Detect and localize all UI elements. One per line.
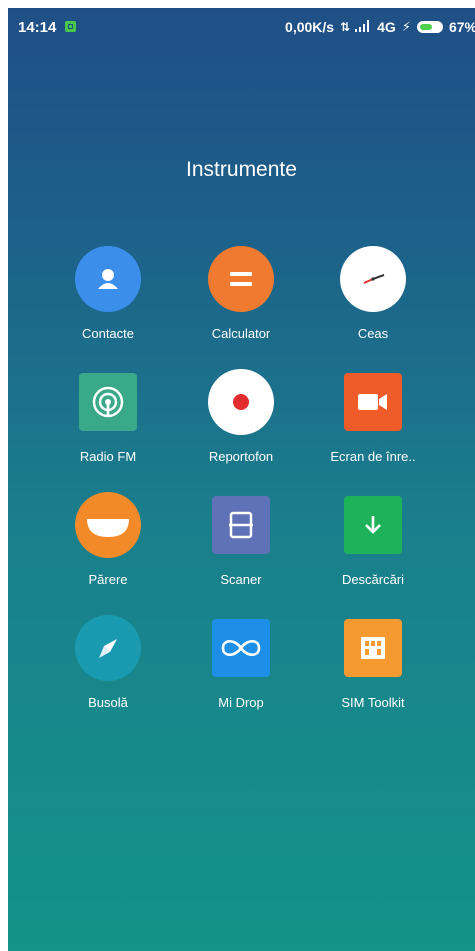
- battery-percent: 67%: [448, 19, 475, 35]
- scanner-icon: [212, 496, 270, 554]
- calculator-icon: [208, 246, 274, 312]
- sim-toolkit-icon: [344, 619, 402, 677]
- status-time: 14:14: [18, 19, 57, 36]
- compass-icon: [75, 615, 141, 681]
- clock-icon: [340, 246, 406, 312]
- folder-title: Instrumente: [186, 158, 297, 181]
- app-label: Contacte: [81, 326, 135, 341]
- network-speed: 0,00K/s: [285, 19, 335, 35]
- contacts-icon: [75, 246, 141, 312]
- downloads-icon: [344, 496, 402, 554]
- battery-icon: [416, 21, 443, 33]
- app-label: Calculator: [211, 326, 271, 341]
- app-label: Ecran de înre..: [330, 449, 416, 464]
- status-right-group: 0,00K/s ⇅ 4G ⚡ 67%: [285, 19, 475, 35]
- recorder-icon: [208, 369, 274, 435]
- app-label: Descărcări: [341, 572, 405, 587]
- network-type: 4G: [377, 19, 396, 35]
- app-label: Reportofon: [208, 449, 274, 464]
- app-label: Mi Drop: [218, 695, 264, 710]
- app-label: Radio FM: [79, 449, 137, 464]
- app-label: Ceas: [357, 326, 389, 341]
- app-label: Scaner: [220, 572, 262, 587]
- notification-icon: [65, 21, 76, 32]
- screen-recorder-icon: [344, 373, 402, 431]
- app-label: Părere: [88, 572, 128, 587]
- radio-icon: [79, 373, 137, 431]
- device-frame: 14:14 0,00K/s ⇅ 4G ⚡ 67% Instrumente Con…: [0, 0, 475, 951]
- app-label: Busolă: [88, 695, 128, 710]
- folder-screen: 14:14 0,00K/s ⇅ 4G ⚡ 67% Instrumente Con…: [8, 8, 475, 951]
- mi-drop-icon: [212, 619, 270, 677]
- status-bar: 14:14 0,00K/s ⇅ 4G ⚡ 67%: [8, 8, 475, 42]
- charging-bolt-icon: ⚡: [401, 19, 411, 34]
- app-label: SIM Toolkit: [341, 695, 405, 710]
- data-transfer-icon: ⇅: [340, 20, 350, 34]
- feedback-icon: [75, 492, 141, 558]
- signal-icon: [355, 19, 371, 35]
